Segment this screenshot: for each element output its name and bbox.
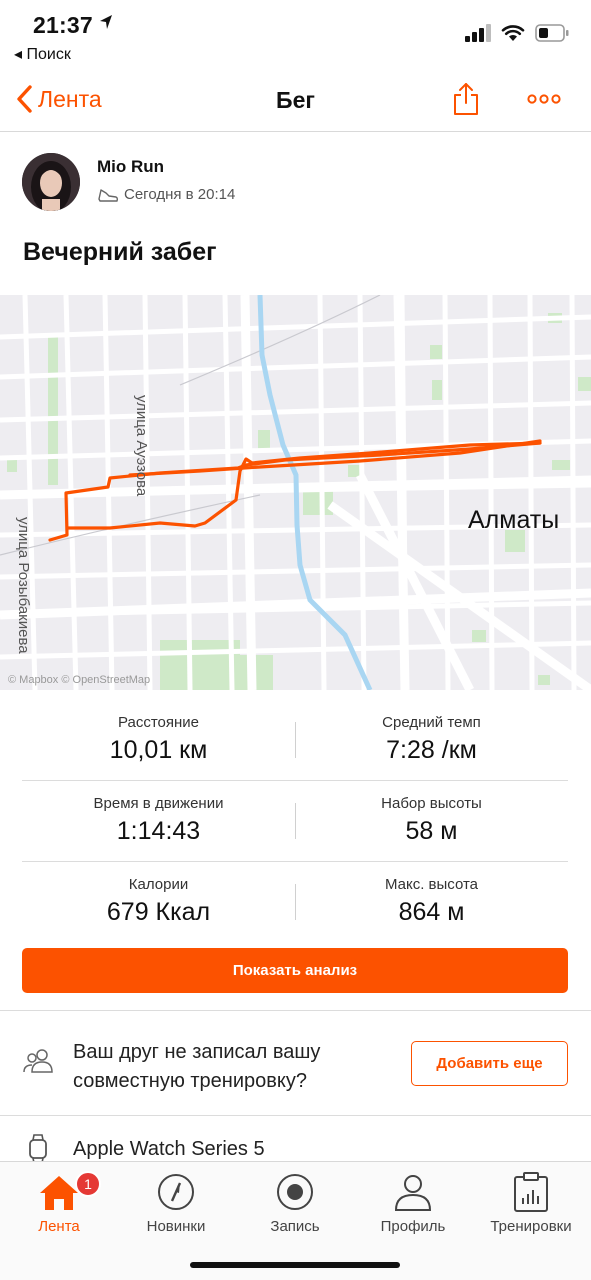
tab-label: Тренировки bbox=[490, 1218, 572, 1235]
athlete-name[interactable]: Mio Run bbox=[97, 157, 164, 177]
show-analysis-button[interactable]: Показать анализ bbox=[22, 948, 568, 993]
stat-label: Средний темп bbox=[382, 714, 481, 731]
status-indicators bbox=[465, 24, 569, 42]
stat-row: Калории 679 Ккал Макс. высота 864 м bbox=[22, 862, 568, 943]
avatar[interactable] bbox=[22, 153, 80, 211]
notification-badge: 1 bbox=[75, 1171, 101, 1197]
more-options-icon[interactable] bbox=[527, 94, 561, 104]
stat-calories: Калории 679 Ккал bbox=[22, 876, 295, 927]
home-indicator bbox=[190, 1262, 400, 1268]
stat-label: Калории bbox=[128, 876, 189, 893]
running-shoe-icon bbox=[98, 188, 119, 202]
stat-row: Время в движении 1:14:43 Набор высоты 58… bbox=[22, 781, 568, 862]
location-arrow-icon bbox=[100, 15, 112, 29]
map-canvas: Алматы улица Ауэзова улица Розыбакиева ©… bbox=[0, 295, 591, 690]
map-street-label-rozybakieva: улица Розыбакиева bbox=[15, 517, 32, 654]
stat-value: 10,01 км bbox=[109, 736, 208, 764]
tab-feed[interactable]: 1 Лента bbox=[0, 1168, 118, 1235]
map-street-label-auezova: улица Ауэзова bbox=[133, 395, 150, 497]
tab-profile[interactable]: Профиль bbox=[354, 1168, 472, 1235]
stat-label: Набор высоты bbox=[381, 795, 482, 812]
page-title: Бег bbox=[276, 87, 315, 113]
tab-label: Лента bbox=[38, 1218, 80, 1235]
stat-avg-pace: Средний темп 7:28 /км bbox=[295, 714, 568, 765]
training-log-icon bbox=[514, 1172, 548, 1212]
share-icon[interactable] bbox=[452, 82, 480, 116]
device-name: Apple Watch Series 5 bbox=[73, 1138, 265, 1160]
tab-label: Новинки bbox=[146, 1218, 206, 1235]
watch-icon bbox=[29, 1134, 47, 1164]
friend-tag-prompt: Ваш друг не записал вашу совместную трен… bbox=[0, 1010, 591, 1116]
stat-max-elevation: Макс. высота 864 м bbox=[295, 876, 568, 927]
stat-distance: Расстояние 10,01 км bbox=[22, 714, 295, 765]
compass-icon bbox=[158, 1174, 194, 1210]
activity-meta: Сегодня в 20:14 bbox=[97, 186, 235, 203]
map-city-label: Алматы bbox=[468, 506, 559, 534]
add-more-button[interactable]: Добавить еще bbox=[411, 1041, 568, 1086]
route-map[interactable]: Алматы улица Ауэзова улица Розыбакиева ©… bbox=[0, 295, 591, 690]
athlete-header: Mio Run Сегодня в 20:14 bbox=[22, 153, 582, 213]
stat-value: 679 Ккал bbox=[106, 898, 211, 926]
stat-label: Расстояние bbox=[117, 714, 200, 731]
profile-icon bbox=[394, 1175, 432, 1211]
tab-label: Запись bbox=[270, 1218, 320, 1235]
tab-record[interactable]: Запись bbox=[236, 1168, 354, 1235]
stats-grid: Расстояние 10,01 км Средний темп 7:28 /к… bbox=[22, 700, 568, 943]
tab-explore[interactable]: Новинки bbox=[117, 1168, 235, 1235]
status-bar: 21:37 ◂ Поиск bbox=[0, 0, 591, 68]
battery-icon bbox=[535, 24, 569, 42]
status-time: 21:37 bbox=[33, 12, 93, 38]
stat-value: 7:28 /км bbox=[386, 736, 477, 764]
device-info: Apple Watch Series 5 bbox=[0, 1116, 591, 1164]
tab-label: Профиль bbox=[380, 1218, 446, 1235]
stat-label: Время в движении bbox=[93, 795, 224, 812]
cellular-signal-icon bbox=[465, 24, 491, 42]
stat-label: Макс. высота bbox=[384, 876, 479, 893]
stat-moving-time: Время в движении 1:14:43 bbox=[22, 795, 295, 846]
stat-elevation-gain: Набор высоты 58 м bbox=[295, 795, 568, 846]
wifi-icon bbox=[501, 25, 525, 41]
activity-title: Вечерний забег bbox=[23, 238, 217, 266]
home-icon bbox=[40, 1176, 78, 1210]
map-attribution: © Mapbox © OpenStreetMap bbox=[8, 674, 150, 686]
stat-value: 1:14:43 bbox=[116, 817, 201, 845]
back-to-app-link[interactable]: ◂ Поиск bbox=[14, 44, 71, 64]
stat-value: 864 м bbox=[398, 898, 465, 926]
tab-training[interactable]: Тренировки bbox=[472, 1168, 590, 1235]
friend-prompt-text: Ваш друг не записал вашу совместную трен… bbox=[73, 1041, 321, 1092]
nav-bar: Лента Бег bbox=[0, 68, 591, 132]
stat-value: 58 м bbox=[405, 817, 458, 845]
people-icon bbox=[23, 1049, 53, 1073]
activity-date: Сегодня в 20:14 bbox=[124, 186, 236, 203]
stat-row: Расстояние 10,01 км Средний темп 7:28 /к… bbox=[22, 700, 568, 781]
record-icon bbox=[277, 1174, 313, 1210]
